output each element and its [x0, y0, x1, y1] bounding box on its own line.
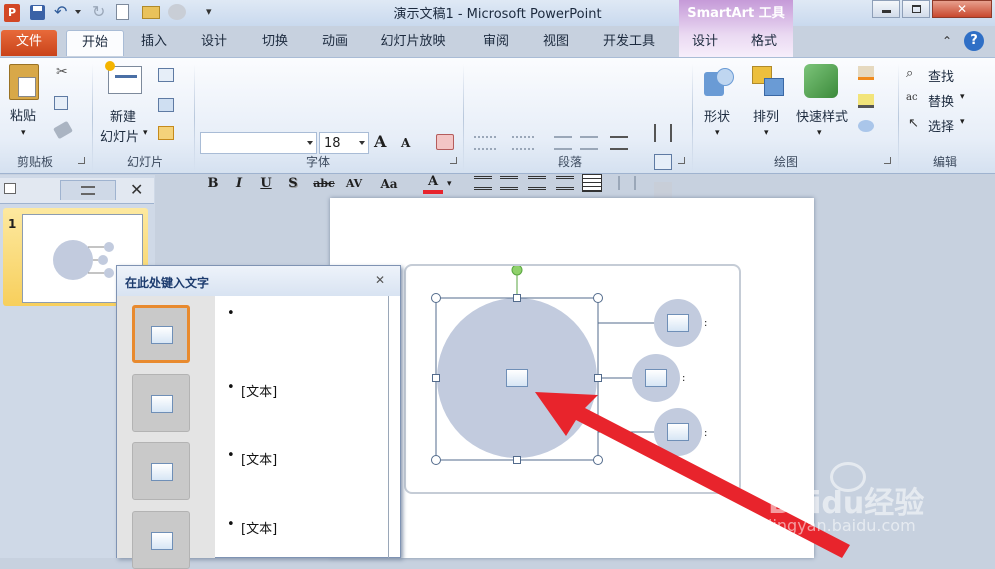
baidu-watermark-logo: Baidu经验 jingyan.baidu.com [768, 460, 990, 540]
watermark-url: jingyan.baidu.com [768, 516, 916, 535]
